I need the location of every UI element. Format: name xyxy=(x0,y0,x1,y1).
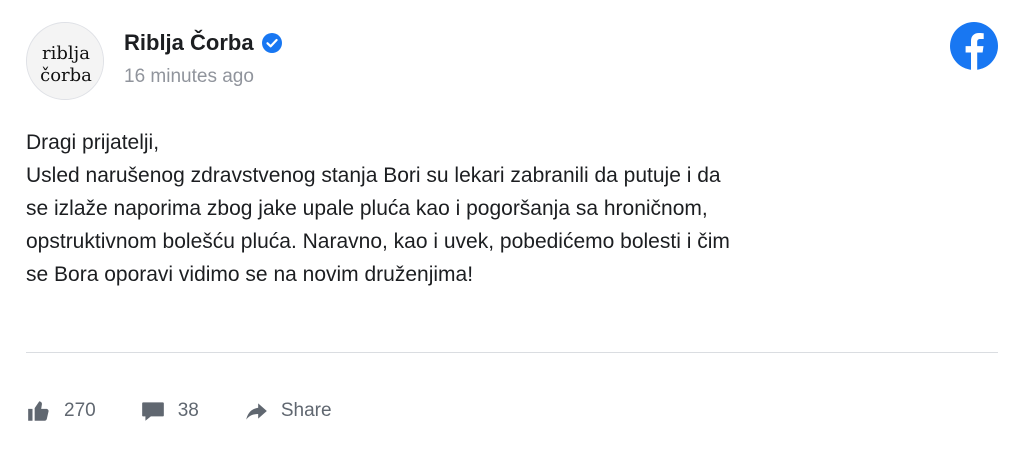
facebook-icon[interactable] xyxy=(950,22,998,70)
verified-badge-icon xyxy=(261,33,282,53)
page-name[interactable]: Riblja Čorba xyxy=(124,30,254,56)
like-count: 270 xyxy=(64,400,96,421)
thumbs-up-icon xyxy=(28,401,49,421)
post-line: Usled narušenog zdravstvenog stanja Bori… xyxy=(26,164,721,187)
share-arrow-icon xyxy=(246,403,267,420)
divider xyxy=(26,352,998,353)
comment-icon xyxy=(141,402,164,421)
post-timestamp[interactable]: 16 minutes ago xyxy=(124,66,254,88)
facebook-post-card: riblja čorba Riblja Čorba 16 minutes ago… xyxy=(0,0,1024,466)
avatar-logo-text-1: riblja xyxy=(42,43,90,64)
avatar-logo-text-2: čorba xyxy=(40,65,92,86)
page-avatar[interactable]: riblja čorba xyxy=(26,22,104,100)
page-name-row: Riblja Čorba xyxy=(124,30,282,56)
share-label: Share xyxy=(280,400,332,421)
comment-button[interactable]: 38 xyxy=(140,398,199,424)
avatar-logo: riblja čorba xyxy=(27,23,103,99)
post-line: se izlaže naporima zbog jake upale pluća… xyxy=(26,197,708,220)
post-actions: 270 38 Share xyxy=(26,398,332,424)
post-line: se Bora oporavi vidimo se na novim druže… xyxy=(26,263,474,286)
post-line: Dragi prijatelji, xyxy=(26,131,160,154)
post-line: opstruktivnom bolešću pluća. Naravno, ka… xyxy=(26,230,730,253)
post-body: Dragi prijatelji, Usled narušenog zdravs… xyxy=(26,126,986,291)
like-button[interactable]: 270 xyxy=(26,398,96,424)
share-button[interactable]: Share xyxy=(243,398,332,424)
comment-count: 38 xyxy=(177,400,199,421)
